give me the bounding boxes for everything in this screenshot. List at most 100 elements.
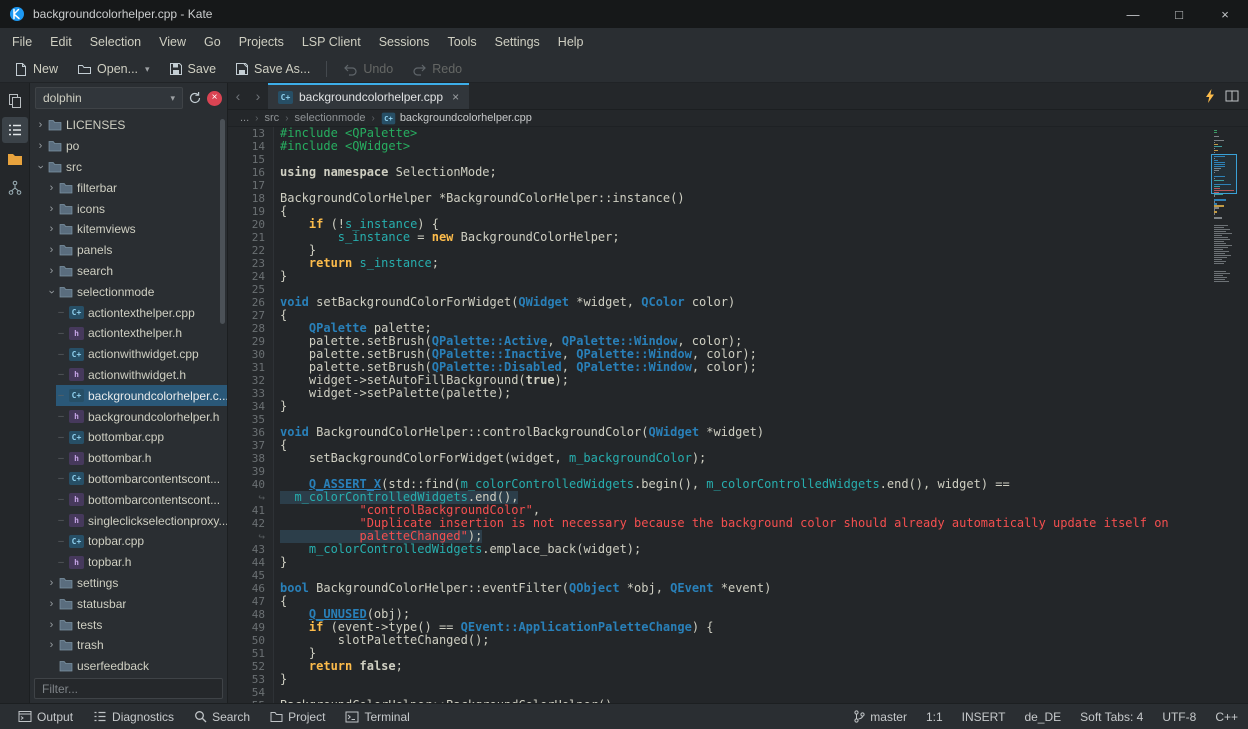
save-button[interactable]: Save: [161, 59, 225, 79]
menu-projects[interactable]: Projects: [230, 31, 293, 53]
project-selector[interactable]: dolphin ▾: [35, 87, 183, 109]
chevron-collapsed-icon[interactable]: ›: [45, 223, 58, 235]
toolview-search[interactable]: Search: [186, 707, 258, 727]
code-line-40[interactable]: 40 Q_ASSERT_X(std::find(m_colorControlle…: [228, 478, 1248, 491]
menu-go[interactable]: Go: [195, 31, 230, 53]
status-soft-tabs-4[interactable]: Soft Tabs: 4: [1080, 710, 1143, 724]
menu-sessions[interactable]: Sessions: [370, 31, 439, 53]
status-insert[interactable]: INSERT: [962, 710, 1006, 724]
tab-close-icon[interactable]: ×: [452, 90, 459, 104]
tree-file-backgroundcolorhelper-h[interactable]: –hbackgroundcolorhelper.h: [30, 406, 227, 427]
code-line-52[interactable]: 52 return false;: [228, 660, 1248, 673]
tab-prev-icon[interactable]: ‹: [228, 88, 248, 104]
code-line-23[interactable]: 23 return s_instance;: [228, 257, 1248, 270]
minimize-button[interactable]: —: [1110, 0, 1156, 28]
menu-edit[interactable]: Edit: [41, 31, 81, 53]
code-line-38[interactable]: 38 setBackgroundColorForWidget(widget, m…: [228, 452, 1248, 465]
tree-file-topbar-cpp[interactable]: –C+topbar.cpp: [30, 531, 227, 552]
toolview-project[interactable]: Project: [262, 707, 333, 727]
tree-folder-userfeedback[interactable]: userfeedback: [30, 656, 227, 675]
code-line-27[interactable]: 27{: [228, 309, 1248, 322]
code-line-33[interactable]: 33 widget->setPalette(palette);: [228, 387, 1248, 400]
menu-settings[interactable]: Settings: [486, 31, 549, 53]
close-button[interactable]: ×: [1202, 0, 1248, 28]
status-master[interactable]: master: [854, 710, 907, 724]
toolview-diagnostics[interactable]: Diagnostics: [85, 707, 182, 727]
code-line-35[interactable]: 35: [228, 413, 1248, 426]
code-line-46[interactable]: 46bool BackgroundColorHelper::eventFilte…: [228, 582, 1248, 595]
code-line-41[interactable]: 41 "controlBackgroundColor",: [228, 504, 1248, 517]
code-line-47[interactable]: 47{: [228, 595, 1248, 608]
chevron-collapsed-icon[interactable]: ›: [45, 244, 58, 256]
code-line-42[interactable]: 42 "Duplicate insertion is not necessary…: [228, 517, 1248, 530]
tree-file-bottombarcontentscont[interactable]: –C+bottombarcontentscont...: [30, 469, 227, 490]
menu-help[interactable]: Help: [549, 31, 593, 53]
tree-folder-po[interactable]: ›po: [30, 136, 227, 157]
breadcrumb-item[interactable]: C+backgroundcolorhelper.cpp: [381, 112, 532, 125]
code-line-48[interactable]: 48 Q_UNUSED(obj);: [228, 608, 1248, 621]
code-line-45[interactable]: 45: [228, 569, 1248, 582]
tree-scrollbar[interactable]: [220, 119, 225, 324]
tree-file-actionwithwidget-cpp[interactable]: –C+actionwithwidget.cpp: [30, 344, 227, 365]
code-line-31[interactable]: 31 palette.setBrush(QPalette::Disabled, …: [228, 361, 1248, 374]
code-line-30[interactable]: 30 palette.setBrush(QPalette::Inactive, …: [228, 348, 1248, 361]
menu-view[interactable]: View: [150, 31, 195, 53]
tree-file-bottombar-cpp[interactable]: –C+bottombar.cpp: [30, 427, 227, 448]
tab-next-icon[interactable]: ›: [248, 88, 268, 104]
tree-folder-icons[interactable]: ›icons: [30, 198, 227, 219]
code-wrap-line[interactable]: ↪ paletteChanged");: [228, 530, 1248, 543]
tree-file-actiontexthelper-h[interactable]: –hactiontexthelper.h: [30, 323, 227, 344]
folder-open-button[interactable]: Open...▾: [69, 59, 158, 79]
tree-folder-filterbar[interactable]: ›filterbar: [30, 177, 227, 198]
minimap-scrollbar[interactable]: [1214, 130, 1234, 283]
tree-folder-selectionmode[interactable]: ›selectionmode: [30, 281, 227, 302]
chevron-collapsed-icon[interactable]: ›: [34, 140, 47, 152]
chevron-collapsed-icon[interactable]: ›: [45, 265, 58, 277]
menu-lsp-client[interactable]: LSP Client: [293, 31, 370, 53]
tree-folder-trash[interactable]: ›trash: [30, 635, 227, 656]
close-project-icon[interactable]: ×: [207, 91, 222, 106]
tree-file-bottombarcontentscont[interactable]: –hbottombarcontentscont...: [30, 489, 227, 510]
code-line-34[interactable]: 34}: [228, 400, 1248, 413]
code-wrap-line[interactable]: ↪ m_colorControlledWidgets.end(),: [228, 491, 1248, 504]
code-line-36[interactable]: 36void BackgroundColorHelper::controlBac…: [228, 426, 1248, 439]
code-line-37[interactable]: 37{: [228, 439, 1248, 452]
code-line-17[interactable]: 17: [228, 179, 1248, 192]
code-line-49[interactable]: 49 if (event->type() == QEvent::Applicat…: [228, 621, 1248, 634]
split-view-icon[interactable]: [1225, 90, 1239, 102]
chevron-collapsed-icon[interactable]: ›: [45, 598, 58, 610]
code-line-24[interactable]: 24}: [228, 270, 1248, 283]
code-line-53[interactable]: 53}: [228, 673, 1248, 686]
code-line-18[interactable]: 18BackgroundColorHelper *BackgroundColor…: [228, 192, 1248, 205]
tree-file-singleclickselectionproxy[interactable]: –hsingleclickselectionproxy...: [30, 510, 227, 531]
code-line-13[interactable]: 13#include <QPalette>: [228, 127, 1248, 140]
chevron-collapsed-icon[interactable]: ›: [34, 119, 47, 131]
breadcrumb-item[interactable]: ...: [240, 112, 249, 124]
tree-folder-src[interactable]: ›src: [30, 157, 227, 178]
menu-tools[interactable]: Tools: [438, 31, 485, 53]
toolview-terminal[interactable]: Terminal: [337, 707, 417, 727]
status-utf-8[interactable]: UTF-8: [1162, 710, 1196, 724]
chevron-collapsed-icon[interactable]: ›: [45, 203, 58, 215]
code-line-51[interactable]: 51 }: [228, 647, 1248, 660]
code-line-50[interactable]: 50 slotPaletteChanged();: [228, 634, 1248, 647]
code-line-29[interactable]: 29 palette.setBrush(QPalette::Active, QP…: [228, 335, 1248, 348]
code-line-32[interactable]: 32 widget->setAutoFillBackground(true);: [228, 374, 1248, 387]
toolview-output[interactable]: Output: [10, 707, 81, 727]
chevron-collapsed-icon[interactable]: ›: [45, 182, 58, 194]
minimap-viewport[interactable]: [1211, 154, 1237, 194]
sidebar-tool-symbols[interactable]: [2, 175, 28, 201]
sidebar-tool-documents[interactable]: [2, 88, 28, 114]
save-as-button[interactable]: Save As...: [227, 59, 318, 79]
breadcrumb-item[interactable]: selectionmode: [295, 112, 366, 124]
maximize-button[interactable]: □: [1156, 0, 1202, 28]
code-line-19[interactable]: 19{: [228, 205, 1248, 218]
status-1-1[interactable]: 1:1: [926, 710, 943, 724]
chevron-expanded-icon[interactable]: ›: [46, 285, 58, 298]
code-line-20[interactable]: 20 if (!s_instance) {: [228, 218, 1248, 231]
new-document-button[interactable]: New: [6, 59, 66, 80]
tree-file-actionwithwidget-h[interactable]: –hactionwithwidget.h: [30, 365, 227, 386]
code-line-55[interactable]: 55BackgroundColorHelper::BackgroundColor…: [228, 699, 1248, 703]
chevron-collapsed-icon[interactable]: ›: [45, 639, 58, 651]
code-line-39[interactable]: 39: [228, 465, 1248, 478]
